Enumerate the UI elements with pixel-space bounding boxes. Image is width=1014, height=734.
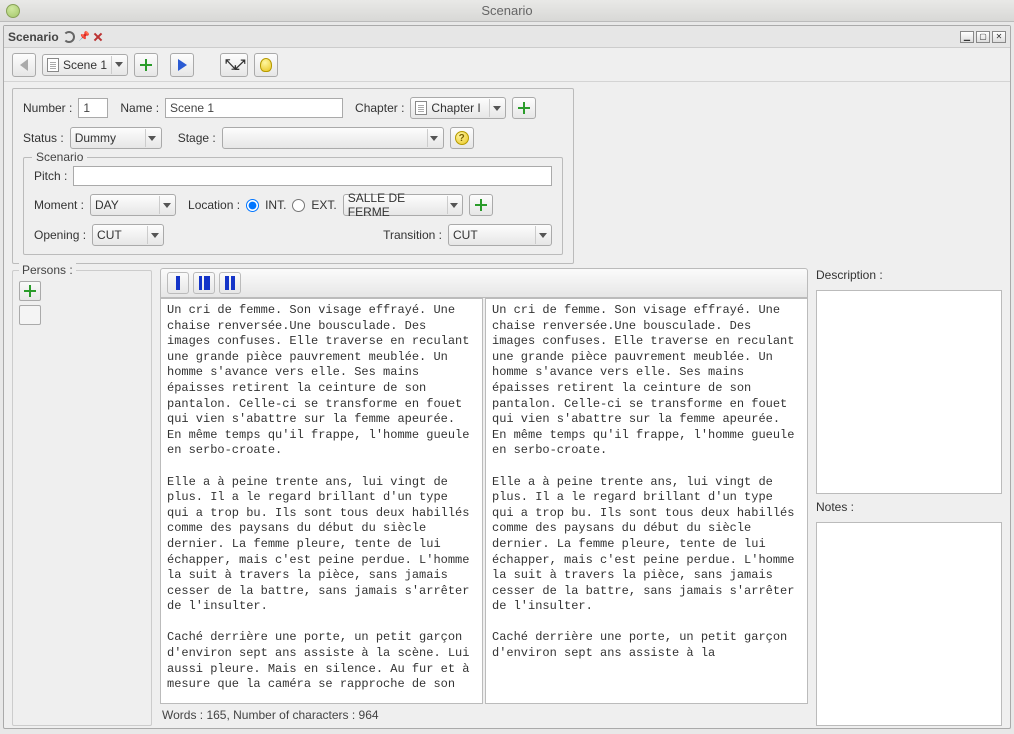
stage-help-button[interactable]: ? <box>450 127 474 149</box>
plus-icon <box>23 284 37 298</box>
add-chapter-button[interactable] <box>512 97 536 119</box>
persons-panel: Persons : <box>12 270 152 726</box>
chapter-label: Chapter : <box>355 101 404 115</box>
document-icon <box>415 101 427 115</box>
chapter-value: Chapter I <box>431 101 480 115</box>
play-icon <box>178 59 187 71</box>
transition-selector[interactable]: CUT <box>448 224 552 246</box>
tab-bar: Scenario 📌 ▁ ▢ ✕ <box>4 26 1010 48</box>
chevron-down-icon <box>539 233 547 238</box>
int-label: INT. <box>265 198 286 212</box>
single-column-button[interactable] <box>167 272 189 294</box>
chapter-selector[interactable]: Chapter I <box>410 97 506 119</box>
chevron-down-icon <box>115 62 123 67</box>
scene-selector[interactable]: Scene 1 <box>42 54 128 76</box>
chevron-left-icon <box>20 59 28 71</box>
chevron-down-icon <box>450 203 458 208</box>
description-label: Description : <box>816 268 1002 282</box>
two-column-wide-button[interactable] <box>193 272 215 294</box>
close-icon[interactable] <box>94 33 102 41</box>
persons-legend: Persons : <box>19 263 76 277</box>
maximize-icon[interactable]: ▢ <box>976 31 990 43</box>
moment-label: Moment : <box>34 198 84 212</box>
ext-radio[interactable] <box>292 199 305 212</box>
number-input[interactable] <box>78 98 108 118</box>
chevron-down-icon <box>151 233 159 238</box>
pitch-label: Pitch : <box>34 169 67 183</box>
stage-label: Stage : <box>178 131 216 145</box>
script-text-right[interactable]: Un cri de femme. Son visage effrayé. Une… <box>485 298 808 704</box>
add-person-button[interactable] <box>19 281 41 301</box>
chevron-down-icon <box>493 106 501 111</box>
plus-icon <box>139 58 153 72</box>
ext-label: EXT. <box>311 198 336 212</box>
opening-label: Opening : <box>34 228 86 242</box>
close-panel-icon[interactable]: ✕ <box>992 31 1006 43</box>
scene-form: Number : Name : Chapter : Chapter I Stat… <box>12 88 574 264</box>
right-panel: Description : Notes : <box>816 268 1002 726</box>
person-placeholder[interactable] <box>19 305 41 325</box>
location-label: Location : <box>188 198 240 212</box>
status-value: Dummy <box>75 131 116 145</box>
scenario-fieldset: Scenario Pitch : Moment : DAY Location :… <box>23 157 563 255</box>
editor-status: Words : 165, Number of characters : 964 <box>160 704 808 726</box>
lightbulb-icon <box>260 58 272 72</box>
status-selector[interactable]: Dummy <box>70 127 162 149</box>
back-button[interactable] <box>12 53 36 77</box>
number-label: Number : <box>23 101 72 115</box>
scenario-legend: Scenario <box>32 150 87 164</box>
location-value: SALLE DE FERME <box>348 191 443 219</box>
scene-selector-value: Scene 1 <box>63 58 107 72</box>
help-icon: ? <box>455 131 469 145</box>
name-label: Name : <box>120 101 159 115</box>
fullscreen-icon: ⤡⤢ <box>225 56 243 73</box>
main-toolbar: Scene 1 ⤡⤢ <box>4 48 1010 82</box>
minimize-icon[interactable]: ▁ <box>960 31 974 43</box>
tab-label: Scenario <box>8 30 59 44</box>
pitch-input[interactable] <box>73 166 552 186</box>
transition-value: CUT <box>453 228 478 242</box>
view-toolbar <box>160 268 808 298</box>
status-label: Status : <box>23 131 64 145</box>
tab-scenario[interactable]: Scenario 📌 <box>8 30 102 44</box>
description-box[interactable] <box>816 290 1002 494</box>
chevron-down-icon <box>148 136 156 141</box>
fullscreen-button[interactable]: ⤡⤢ <box>220 53 248 77</box>
location-selector[interactable]: SALLE DE FERME <box>343 194 463 216</box>
play-button[interactable] <box>170 53 194 77</box>
two-column-button[interactable] <box>219 272 241 294</box>
transition-label: Transition : <box>383 228 442 242</box>
add-location-button[interactable] <box>469 194 493 216</box>
opening-selector[interactable]: CUT <box>92 224 164 246</box>
pin-icon: 📌 <box>79 31 90 42</box>
notes-box[interactable] <box>816 522 1002 726</box>
chevron-down-icon <box>163 203 171 208</box>
moment-value: DAY <box>95 198 119 212</box>
script-text-left[interactable]: Un cri de femme. Son visage effrayé. Une… <box>160 298 483 704</box>
stage-selector[interactable] <box>222 127 444 149</box>
notes-label: Notes : <box>816 500 1002 514</box>
name-input[interactable] <box>165 98 343 118</box>
moment-selector[interactable]: DAY <box>90 194 176 216</box>
document-icon <box>47 58 59 72</box>
int-radio[interactable] <box>246 199 259 212</box>
editor-panel: Un cri de femme. Son visage effrayé. Une… <box>160 268 808 726</box>
idea-button[interactable] <box>254 53 278 77</box>
add-scene-button[interactable] <box>134 53 158 77</box>
chevron-down-icon <box>430 136 438 141</box>
opening-value: CUT <box>97 228 122 242</box>
window-title: Scenario <box>0 3 1014 18</box>
plus-icon <box>474 198 488 212</box>
reload-icon <box>63 31 75 43</box>
plus-icon <box>517 101 531 115</box>
